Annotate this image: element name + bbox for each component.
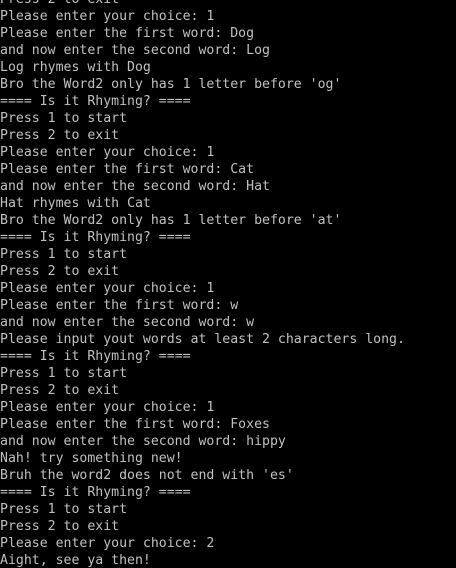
console-line: Please enter your choice: 1	[0, 400, 215, 415]
console-line: Nah! try something new!	[0, 451, 183, 466]
console-line: Please enter the first word: Cat	[0, 162, 255, 177]
console-line: ==== Is it Rhyming? ====	[0, 230, 191, 245]
console-line: Please enter the first word: w	[0, 298, 239, 313]
console-line: Please input yout words at least 2 chara…	[0, 332, 405, 347]
console-line: Press 2 to exit	[0, 383, 120, 398]
console-line: ==== Is it Rhyming? ====	[0, 349, 191, 364]
console-line: Please enter your choice: 1	[0, 145, 215, 160]
console-line: Please enter your choice: 1	[0, 9, 215, 24]
console-line: Bruh the word2 does not end with 'es'	[0, 468, 294, 483]
console-line: Please enter the first word: Dog	[0, 26, 255, 41]
console-line: ==== Is it Rhyming? ====	[0, 94, 191, 109]
console-line: Press 2 to exit	[0, 0, 405, 8]
console-output: Press 2 to exit Please enter your choice…	[0, 0, 405, 568]
console-line: Press 2 to exit	[0, 128, 120, 143]
console-line: Press 1 to start	[0, 502, 128, 517]
console-line: Press 1 to start	[0, 111, 128, 126]
console-line: Hat rhymes with Cat	[0, 196, 151, 211]
console-line: and now enter the second word: hippy	[0, 434, 286, 449]
console-line: ==== Is it Rhyming? ====	[0, 485, 191, 500]
console-line: and now enter the second word: Log	[0, 43, 270, 58]
console-line: Press 2 to exit	[0, 264, 120, 279]
console-line: Log rhymes with Dog	[0, 60, 151, 75]
console-window[interactable]: Press 2 to exit Please enter your choice…	[0, 0, 456, 568]
console-line: Please enter your choice: 2	[0, 536, 215, 551]
console-line: Please enter your choice: 1	[0, 281, 215, 296]
console-line: Bro the Word2 only has 1 letter before '…	[0, 77, 342, 92]
console-line: Please enter the first word: Foxes	[0, 417, 270, 432]
console-line: Press 2 to exit	[0, 519, 120, 534]
console-line: Bro the Word2 only has 1 letter before '…	[0, 213, 342, 228]
console-line: Aight, see ya then!	[0, 553, 151, 568]
console-line: and now enter the second word: Hat	[0, 179, 270, 194]
console-line: Press 1 to start	[0, 366, 128, 381]
console-line: and now enter the second word: w	[0, 315, 255, 330]
console-line: Press 1 to start	[0, 247, 128, 262]
